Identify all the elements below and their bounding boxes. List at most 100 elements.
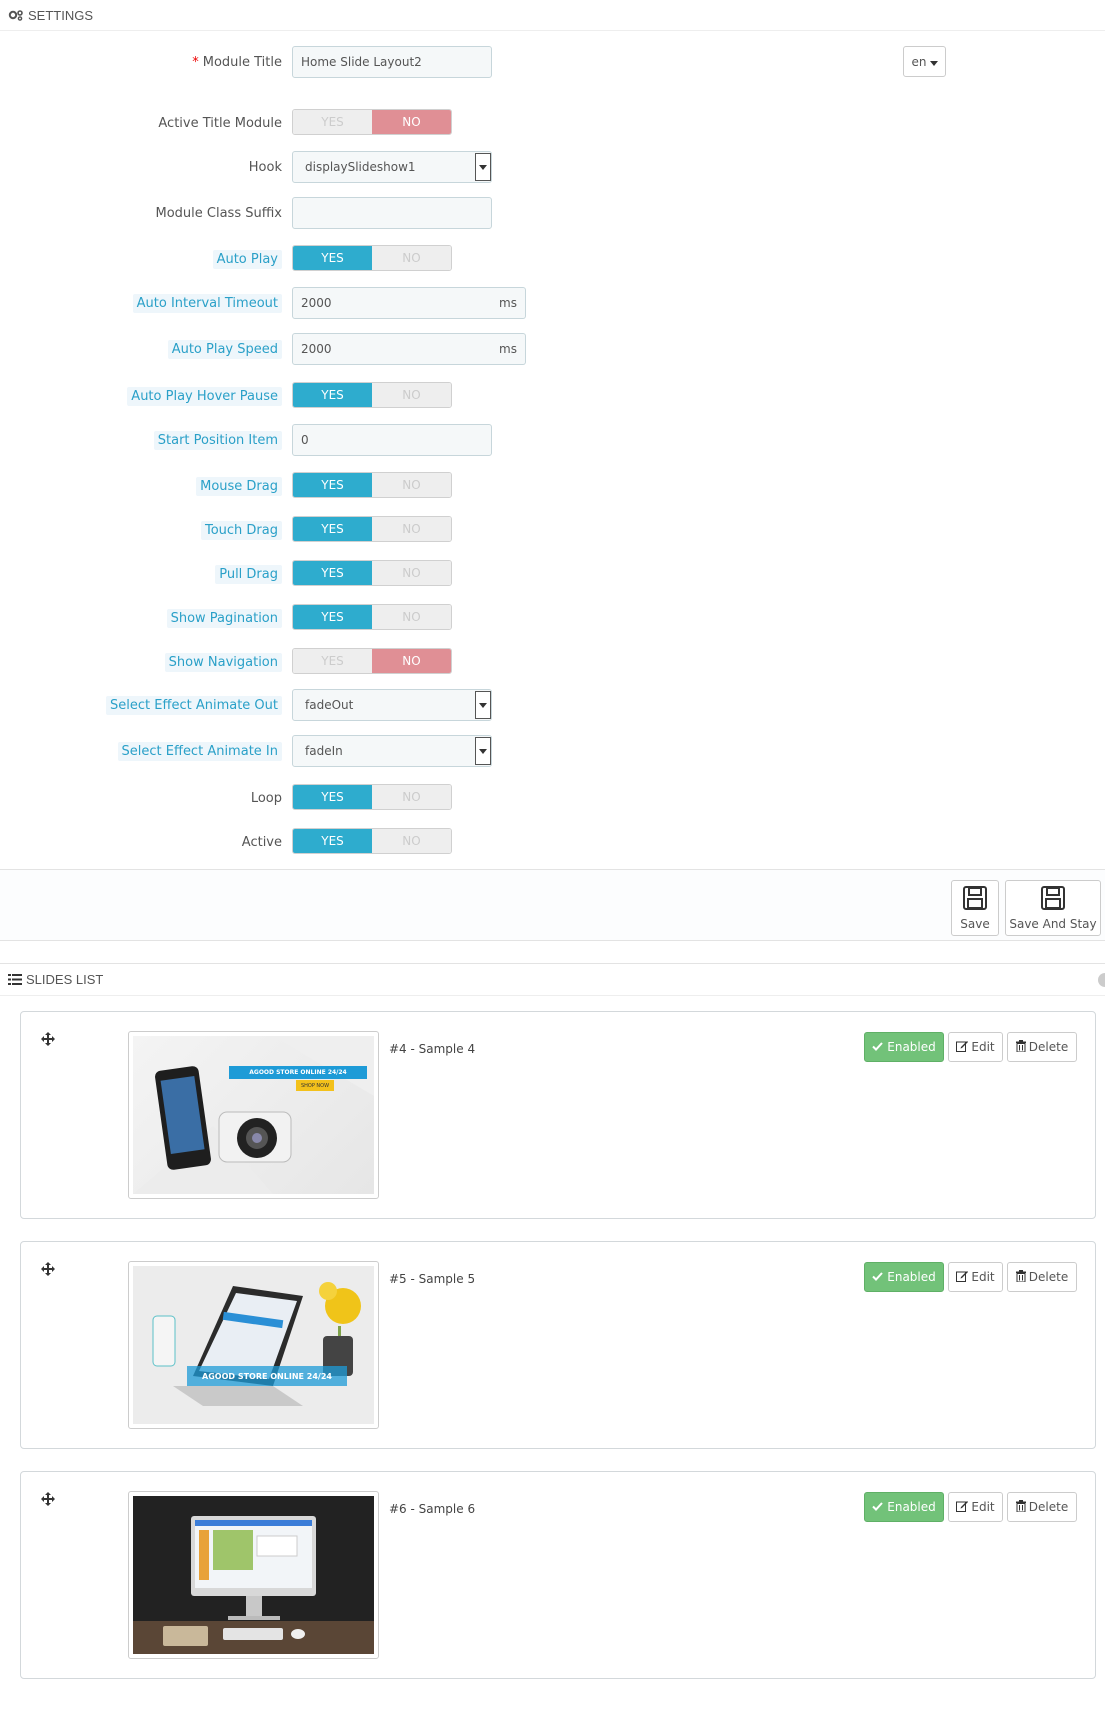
label-text: Pull Drag	[215, 564, 282, 584]
enabled-button[interactable]: Enabled	[864, 1492, 944, 1522]
auto-play-speed-input[interactable]: 2000	[292, 333, 492, 365]
enabled-label: Enabled	[887, 1270, 936, 1284]
row-mouse-drag: Mouse Drag YES NO	[0, 470, 1105, 502]
toggle-yes[interactable]: YES	[293, 829, 372, 853]
edit-button[interactable]: Edit	[948, 1032, 1003, 1062]
touch-drag-toggle[interactable]: YES NO	[292, 516, 452, 542]
delete-button[interactable]: Delete	[1007, 1492, 1077, 1522]
toggle-no[interactable]: NO	[372, 473, 451, 497]
row-auto-play: Auto Play YES NO	[0, 243, 1105, 275]
toggle-yes[interactable]: YES	[293, 785, 372, 809]
label-text: Show Navigation	[164, 652, 282, 672]
save-icon	[1040, 885, 1066, 913]
label-text: Select Effect Animate Out	[106, 695, 282, 715]
active-toggle[interactable]: YES NO	[292, 828, 452, 854]
save-icon	[962, 885, 988, 913]
label-text: Module Class Suffix	[155, 205, 283, 221]
row-show-pagination: Show Pagination YES NO	[0, 602, 1105, 634]
save-label: Save	[960, 916, 990, 931]
delete-button[interactable]: Delete	[1007, 1032, 1077, 1062]
row-start-position-item: Start Position Item 0	[0, 424, 1105, 456]
show-pagination-toggle[interactable]: YES NO	[292, 604, 452, 630]
effect-in-label: Select Effect Animate In	[117, 735, 282, 767]
ms-addon: ms	[491, 287, 526, 319]
gears-icon	[8, 9, 24, 21]
module-title-label-text: Module Title	[202, 54, 282, 70]
effect-in-select[interactable]: fadeIn	[292, 735, 492, 767]
hook-select[interactable]: displaySlideshow1	[292, 151, 492, 183]
enabled-button[interactable]: Enabled	[864, 1032, 944, 1062]
toggle-no[interactable]: NO	[372, 246, 451, 270]
toggle-yes[interactable]: YES	[293, 246, 372, 270]
caret-down-icon	[929, 55, 938, 69]
effect-out-value: fadeOut	[305, 698, 354, 712]
row-touch-drag: Touch Drag YES NO	[0, 514, 1105, 546]
row-module-class-suffix: Module Class Suffix	[0, 197, 1105, 229]
trash-icon	[1015, 1269, 1026, 1285]
auto-play-toggle[interactable]: YES NO	[292, 245, 452, 271]
toggle-no[interactable]: NO	[372, 517, 451, 541]
loop-label: Loop	[251, 782, 282, 814]
show-pagination-label: Show Pagination	[166, 602, 282, 634]
language-dropdown-button[interactable]: en	[903, 46, 946, 77]
toggle-no[interactable]: NO	[372, 383, 451, 407]
auto-play-hover-pause-toggle[interactable]: YES NO	[292, 382, 452, 408]
auto-play-hover-pause-label: Auto Play Hover Pause	[127, 380, 282, 412]
ms-addon: ms	[491, 333, 526, 365]
toggle-no[interactable]: NO	[372, 605, 451, 629]
effect-in-value: fadeIn	[305, 744, 343, 758]
toggle-no[interactable]: NO	[372, 110, 451, 134]
row-effect-in: Select Effect Animate In fadeIn	[0, 735, 1105, 767]
row-loop: Loop YES NO	[0, 782, 1105, 814]
label-text: Mouse Drag	[196, 476, 282, 496]
trash-icon	[1015, 1039, 1026, 1055]
check-icon	[872, 1500, 883, 1514]
edit-button[interactable]: Edit	[948, 1492, 1003, 1522]
show-navigation-toggle[interactable]: YES NO	[292, 648, 452, 674]
delete-label: Delete	[1028, 1040, 1069, 1054]
label-text: Auto Play Speed	[167, 339, 282, 359]
touch-drag-label: Touch Drag	[200, 514, 282, 546]
module-title-input[interactable]: Home Slide Layout2	[292, 46, 492, 78]
row-hook: Hook displaySlideshow1	[0, 151, 1105, 183]
label-text: Loop	[250, 790, 282, 806]
effect-out-label: Select Effect Animate Out	[106, 689, 282, 721]
hook-value: displaySlideshow1	[305, 160, 416, 174]
toggle-no[interactable]: NO	[372, 785, 451, 809]
row-auto-interval-timeout: Auto Interval Timeout 2000 ms	[0, 287, 1105, 319]
toggle-no[interactable]: NO	[372, 829, 451, 853]
toggle-yes[interactable]: YES	[293, 517, 372, 541]
toggle-yes[interactable]: YES	[293, 383, 372, 407]
move-icon[interactable]	[41, 1262, 55, 1280]
delete-button[interactable]: Delete	[1007, 1262, 1077, 1292]
toggle-no[interactable]: NO	[372, 649, 451, 673]
slide-title: #4 - Sample 4	[389, 1042, 476, 1056]
save-and-stay-button[interactable]: Save And Stay	[1005, 880, 1101, 936]
toggle-yes[interactable]: YES	[293, 561, 372, 585]
save-button[interactable]: Save	[951, 880, 999, 936]
enabled-button[interactable]: Enabled	[864, 1262, 944, 1292]
toggle-yes[interactable]: YES	[293, 605, 372, 629]
module-class-suffix-input[interactable]	[292, 197, 492, 229]
toggle-yes[interactable]: YES	[293, 473, 372, 497]
start-position-item-input[interactable]: 0	[292, 424, 492, 456]
pull-drag-toggle[interactable]: YES NO	[292, 560, 452, 586]
slide-banner-text: AGOOD STORE ONLINE 24/24	[187, 1366, 347, 1386]
move-icon[interactable]	[41, 1492, 55, 1510]
effect-out-select[interactable]: fadeOut	[292, 689, 492, 721]
toggle-no[interactable]: NO	[372, 561, 451, 585]
move-icon[interactable]	[41, 1032, 55, 1050]
collapse-icon[interactable]	[1095, 972, 1105, 991]
edit-button[interactable]: Edit	[948, 1262, 1003, 1292]
auto-interval-timeout-input[interactable]: 2000	[292, 287, 492, 319]
mouse-drag-toggle[interactable]: YES NO	[292, 472, 452, 498]
module-class-suffix-label: Module Class Suffix	[156, 197, 283, 229]
delete-label: Delete	[1028, 1500, 1069, 1514]
loop-toggle[interactable]: YES NO	[292, 784, 452, 810]
active-title-module-toggle[interactable]: YES NO	[292, 109, 452, 135]
label-text: Auto Play	[212, 249, 282, 269]
toggle-yes[interactable]: YES	[293, 649, 372, 673]
toggle-yes[interactable]: YES	[293, 110, 372, 134]
edit-icon	[956, 1040, 969, 1055]
show-navigation-label: Show Navigation	[164, 646, 282, 678]
